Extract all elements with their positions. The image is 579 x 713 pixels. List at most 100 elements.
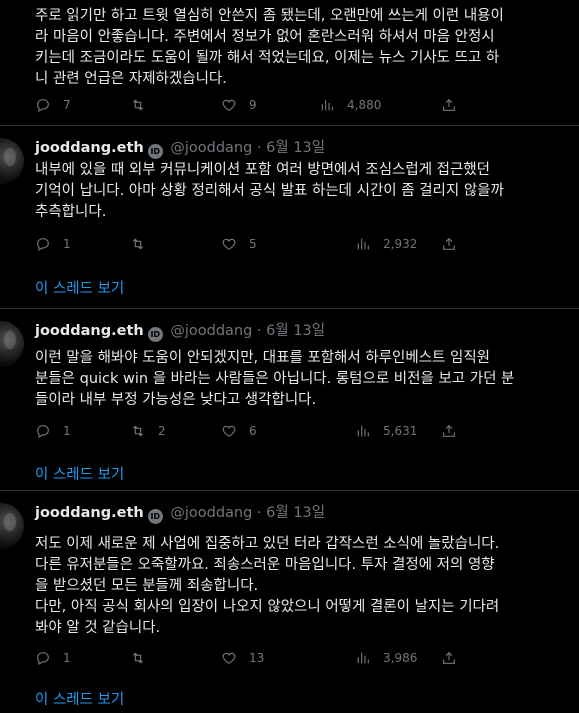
tweet-text: 주로 읽기만 하고 트윗 열심히 안쓴지 좀 됐는데, 오랜만에 쓰는게 이런 … bbox=[35, 6, 545, 90]
author-handle[interactable]: @jooddang bbox=[170, 505, 252, 521]
show-thread-link[interactable]: 이 스레드 보기 bbox=[35, 279, 124, 299]
tweet-text-line: 내부에 있을 때 외부 커뮤니케이션 포함 여러 방면에서 조심스럽게 접근했던 bbox=[35, 162, 491, 178]
repost-icon bbox=[132, 652, 144, 664]
tweet-text: 내부에 있을 때 외부 커뮤니케이션 포함 여러 방면에서 조심스럽게 접근했던… bbox=[35, 160, 545, 223]
repost-button[interactable] bbox=[130, 648, 158, 668]
views-button[interactable]: 2,932 bbox=[355, 234, 417, 254]
repost-count: 2 bbox=[158, 424, 166, 438]
views-count: 5,631 bbox=[383, 424, 418, 438]
views-icon bbox=[321, 99, 333, 111]
tweet-text-line: 저도 이제 새로운 제 사업에 집중하고 있던 터라 갑작스런 소식에 놀랐습니… bbox=[35, 536, 500, 552]
views-icon bbox=[357, 425, 369, 437]
heart-icon bbox=[222, 652, 236, 665]
author-handle[interactable]: @jooddang bbox=[170, 323, 252, 339]
tweet-date[interactable]: 6월 13일 bbox=[266, 323, 325, 339]
tweet-text-line: 이런 말을 해봐야 도움이 안되겠지만, 대표를 포함해서 하루인베스트 임직원 bbox=[35, 350, 491, 366]
reply-icon bbox=[37, 652, 49, 666]
show-thread-link[interactable]: 이 스레드 보기 bbox=[35, 465, 124, 485]
tweet-text: 이런 말을 해봐야 도움이 안되겠지만, 대표를 포함해서 하루인베스트 임직원… bbox=[35, 348, 545, 411]
repost-button[interactable] bbox=[130, 234, 158, 254]
repost-icon bbox=[132, 425, 144, 437]
tweet-date[interactable]: 6월 13일 bbox=[266, 140, 325, 156]
timeline-feed: 주로 읽기만 하고 트윗 열심히 안쓴지 좀 됐는데, 오랜만에 쓰는게 이런 … bbox=[0, 0, 579, 713]
show-thread-link[interactable]: 이 스레드 보기 bbox=[35, 690, 124, 710]
share-icon bbox=[443, 237, 455, 250]
author-name[interactable]: jooddang.eth bbox=[35, 323, 144, 339]
repost-button[interactable] bbox=[130, 95, 158, 115]
heart-icon bbox=[222, 99, 236, 112]
share-icon bbox=[443, 424, 455, 437]
separator-dot: · bbox=[256, 140, 262, 156]
like-button[interactable]: 5 bbox=[221, 234, 257, 254]
reply-count: 1 bbox=[63, 237, 71, 251]
share-icon bbox=[443, 98, 455, 111]
avatar[interactable] bbox=[0, 503, 24, 549]
repost-icon bbox=[132, 238, 144, 250]
views-count: 2,932 bbox=[383, 237, 418, 251]
tweet-actions: 1 5 2,932 bbox=[35, 234, 455, 254]
share-button[interactable] bbox=[441, 234, 457, 254]
id-badge-icon: ID bbox=[147, 509, 163, 524]
id-badge-icon: ID bbox=[147, 327, 163, 342]
reply-icon bbox=[37, 238, 49, 252]
like-count: 9 bbox=[249, 98, 257, 112]
views-count: 4,880 bbox=[347, 98, 382, 112]
tweet[interactable]: 주로 읽기만 하고 트윗 열심히 안쓴지 좀 됐는데, 오랜만에 쓰는게 이런 … bbox=[0, 0, 579, 126]
share-button[interactable] bbox=[441, 421, 457, 441]
tweet-text-line: 분들은 quick win 을 바라는 사람들은 아닙니다. 롱텀으로 비전을 … bbox=[35, 371, 515, 387]
avatar[interactable] bbox=[0, 321, 24, 367]
reply-icon bbox=[37, 99, 49, 113]
like-count: 6 bbox=[249, 424, 257, 438]
tweet[interactable]: jooddang.eth ID @jooddang · 6월 13일 이런 말을 … bbox=[0, 309, 579, 491]
reply-icon bbox=[37, 425, 49, 439]
tweet-text-line: 기억이 납니다. 아마 상황 정리해서 공식 발표 하는데 시간이 좀 걸리지 … bbox=[35, 183, 504, 199]
like-count: 5 bbox=[249, 237, 257, 251]
like-button[interactable]: 13 bbox=[221, 648, 264, 668]
share-button[interactable] bbox=[441, 648, 457, 668]
heart-icon bbox=[222, 425, 236, 438]
reply-count: 7 bbox=[63, 98, 71, 112]
separator-dot: · bbox=[256, 505, 262, 521]
author-name[interactable]: jooddang.eth bbox=[35, 140, 144, 156]
id-badge-icon: ID bbox=[147, 144, 163, 159]
avatar[interactable] bbox=[0, 138, 24, 184]
tweet[interactable]: jooddang.eth ID @jooddang · 6월 13일 내부에 있을… bbox=[0, 126, 579, 309]
tweet-text-line: 들이라 내부 부정 가능성은 낮다고 생각합니다. bbox=[35, 392, 317, 408]
reply-button[interactable]: 1 bbox=[35, 648, 71, 668]
tweet-text-line: 라 마음이 안좋습니다. 주변에서 정보가 없어 혼란스러워 하셔서 마음 안정… bbox=[35, 29, 495, 45]
share-icon bbox=[443, 651, 455, 664]
tweet-header: jooddang.eth ID @jooddang · 6월 13일 bbox=[35, 138, 325, 159]
reply-button[interactable]: 7 bbox=[35, 95, 71, 115]
views-count: 3,986 bbox=[383, 651, 418, 665]
reply-count: 1 bbox=[63, 424, 71, 438]
tweet-actions: 1 13 3,986 bbox=[35, 648, 455, 668]
views-button[interactable]: 4,880 bbox=[319, 95, 381, 115]
tweet-text-line: 추측합니다. bbox=[35, 204, 107, 220]
repost-icon bbox=[132, 99, 144, 111]
tweet[interactable]: jooddang.eth ID @jooddang · 6월 13일 저도 이제 … bbox=[0, 491, 579, 713]
tweet-text-line: 니 관련 언급은 자제하겠습니다. bbox=[35, 71, 227, 87]
like-button[interactable]: 9 bbox=[221, 95, 257, 115]
tweet-text-line: 다른 유저분들은 오죽할까요. 죄송스러운 마음입니다. 투자 결정에 저의 영… bbox=[35, 557, 495, 573]
views-icon bbox=[357, 652, 369, 664]
reply-count: 1 bbox=[63, 651, 71, 665]
tweet-date[interactable]: 6월 13일 bbox=[266, 505, 325, 521]
tweet-text-line: 다만, 아직 공식 회사의 입장이 나오지 않았으니 어떻게 결론이 날지는 기… bbox=[35, 599, 500, 615]
tweet-header: jooddang.eth ID @jooddang · 6월 13일 bbox=[35, 503, 325, 524]
views-icon bbox=[357, 238, 369, 250]
tweet-actions: 1 2 6 5,631 bbox=[35, 421, 455, 441]
repost-button[interactable]: 2 bbox=[130, 421, 166, 441]
like-button[interactable]: 6 bbox=[221, 421, 257, 441]
like-count: 13 bbox=[249, 651, 265, 665]
heart-icon bbox=[222, 238, 236, 251]
author-name[interactable]: jooddang.eth bbox=[35, 505, 144, 521]
author-handle[interactable]: @jooddang bbox=[170, 140, 252, 156]
views-button[interactable]: 3,986 bbox=[355, 648, 417, 668]
tweet-text-line: 을 받으셨던 모든 분들께 죄송합니다. bbox=[35, 578, 259, 594]
tweet-text-line: 키는데 조금이라도 도움이 될까 해서 적었는데요, 이제는 뉴스 기사도 뜨고… bbox=[35, 50, 500, 66]
reply-button[interactable]: 1 bbox=[35, 234, 71, 254]
views-button[interactable]: 5,631 bbox=[355, 421, 417, 441]
reply-button[interactable]: 1 bbox=[35, 421, 71, 441]
share-button[interactable] bbox=[441, 95, 457, 115]
tweet-actions: 7 9 4,880 bbox=[35, 95, 455, 115]
